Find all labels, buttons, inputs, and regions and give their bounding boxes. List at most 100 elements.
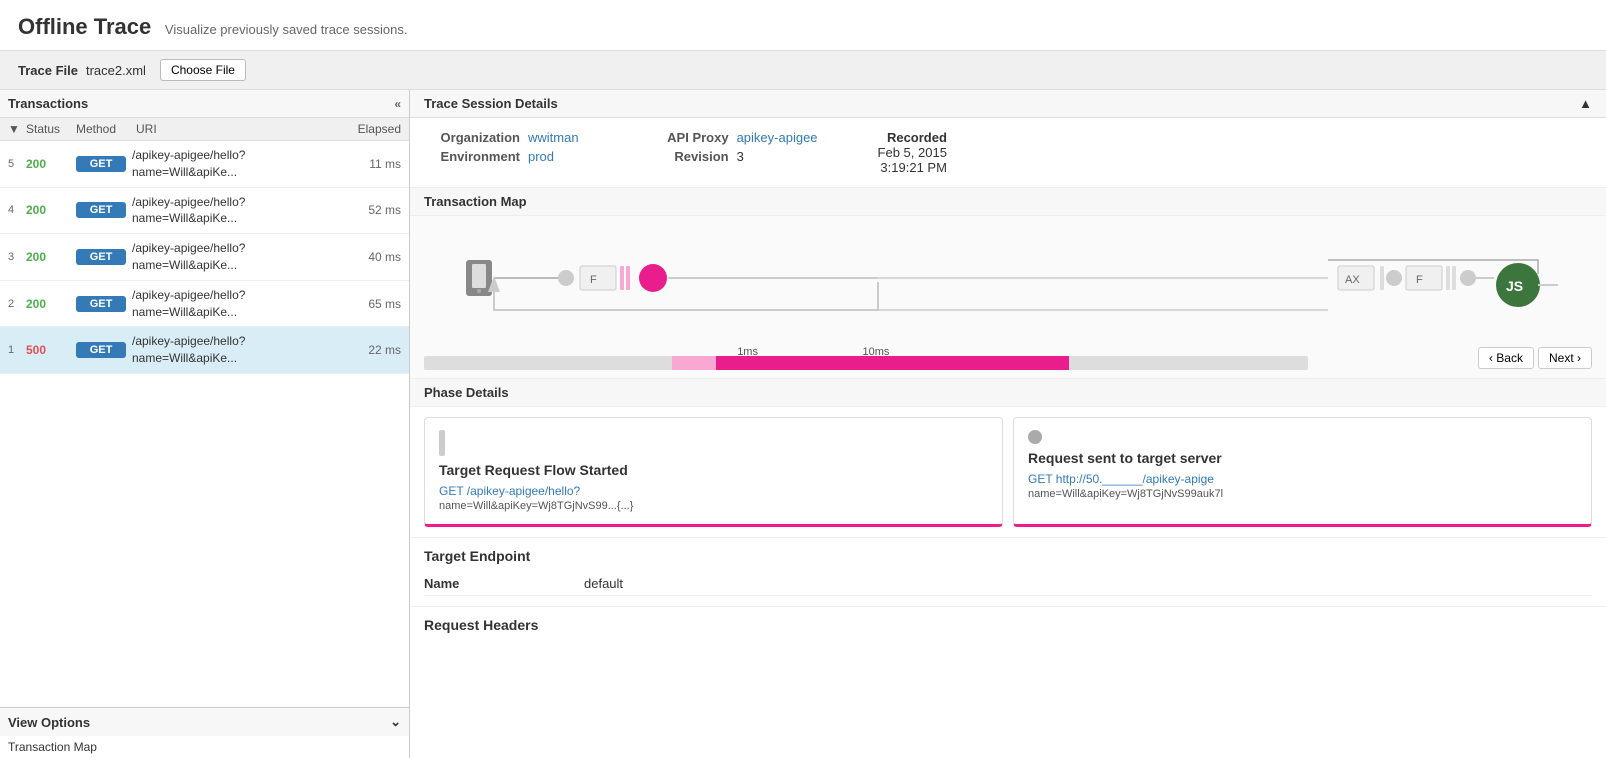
- row-uri: /apikey-apigee/hello? name=Will&apiKe...: [132, 194, 341, 228]
- view-options: View Options ⌄: [0, 707, 409, 736]
- transaction-list: 5 200 GET /apikey-apigee/hello? name=Wil…: [0, 141, 409, 707]
- proxy-label: API Proxy: [639, 130, 729, 145]
- row-num: 3: [8, 251, 26, 263]
- transaction-map-section: Transaction Map F: [410, 188, 1606, 379]
- page-header: Offline Trace Visualize previously saved…: [0, 0, 1606, 51]
- target-endpoint: Target Endpoint Name default: [410, 538, 1606, 607]
- trace-session-header: Trace Session Details ▲: [410, 90, 1606, 118]
- status-column-header: Status: [26, 122, 76, 136]
- proxy-revision-group: API Proxy apikey-apigee Revision 3: [639, 130, 818, 175]
- transaction-map-option: Transaction Map: [0, 736, 409, 758]
- env-label: Environment: [430, 149, 520, 164]
- back-button[interactable]: ‹ Back: [1478, 347, 1534, 369]
- request-headers-title: Request Headers: [424, 617, 1592, 633]
- row-elapsed: 11 ms: [341, 157, 401, 171]
- transaction-row[interactable]: 1 500 GET /apikey-apigee/hello? name=Wil…: [0, 327, 409, 374]
- transaction-map-header: Transaction Map: [410, 188, 1606, 216]
- phase-icon-bar-2: [1028, 430, 1577, 444]
- row-status: 200: [26, 297, 76, 311]
- env-value: prod: [528, 149, 554, 164]
- revision-row: Revision 3: [639, 149, 818, 164]
- trace-session-title: Trace Session Details: [424, 96, 558, 111]
- row-status: 200: [26, 203, 76, 217]
- transactions-title: Transactions: [8, 96, 88, 111]
- row-status: 200: [26, 250, 76, 264]
- transactions-header: Transactions «: [0, 90, 409, 118]
- phase-card-title-2: Request sent to target server: [1028, 450, 1577, 466]
- revision-value: 3: [737, 149, 744, 164]
- transaction-row[interactable]: 3 200 GET /apikey-apigee/hello? name=Wil…: [0, 234, 409, 281]
- row-status: 500: [26, 343, 76, 357]
- choose-file-button[interactable]: Choose File: [160, 59, 246, 81]
- main-layout: Transactions « ▼ Status Method URI Elaps…: [0, 90, 1606, 758]
- transaction-row[interactable]: 5 200 GET /apikey-apigee/hello? name=Wil…: [0, 141, 409, 188]
- row-num: 1: [8, 344, 26, 356]
- timeline-nav-buttons: ‹ Back Next ›: [1478, 347, 1592, 369]
- pipe-icon-1: [439, 430, 445, 456]
- proxy-value: apikey-apigee: [737, 130, 818, 145]
- org-row: Organization wwitman: [430, 130, 579, 145]
- phase-dot-2: [1028, 430, 1042, 444]
- timeline-segment-pink: [716, 356, 1070, 370]
- target-endpoint-title: Target Endpoint: [424, 548, 1592, 564]
- recorded-block: Recorded Feb 5, 2015 3:19:21 PM: [878, 130, 947, 175]
- row-method: GET: [76, 296, 126, 312]
- row-method: GET: [76, 342, 126, 358]
- target-endpoint-name-value: default: [584, 576, 623, 591]
- collapse-transactions-button[interactable]: «: [394, 97, 401, 111]
- row-num: 2: [8, 298, 26, 310]
- phase-card-url-1: GET /apikey-apigee/hello?: [439, 484, 988, 498]
- timeline-bar-bg: [424, 356, 1308, 370]
- trace-file-label: Trace File: [18, 63, 78, 78]
- svg-text:AX: AX: [1345, 274, 1360, 286]
- row-elapsed: 65 ms: [341, 297, 401, 311]
- phase-card-full-url-2: name=Will&apiKey=Wj8TGjNvS99auk7l: [1028, 488, 1577, 500]
- right-panel: Trace Session Details ▲ Organization wwi…: [410, 90, 1606, 758]
- org-value: wwitman: [528, 130, 579, 145]
- target-endpoint-name-row: Name default: [424, 572, 1592, 596]
- proxy-row: API Proxy apikey-apigee: [639, 130, 818, 145]
- collapse-session-icon[interactable]: ▲: [1579, 96, 1592, 111]
- page-subtitle: Visualize previously saved trace session…: [165, 22, 408, 37]
- row-status: 200: [26, 157, 76, 171]
- phase-card-2: Request sent to target server GET http:/…: [1013, 417, 1592, 527]
- transaction-row[interactable]: 2 200 GET /apikey-apigee/hello? name=Wil…: [0, 281, 409, 328]
- row-method: GET: [76, 202, 126, 218]
- transaction-row[interactable]: 4 200 GET /apikey-apigee/hello? name=Wil…: [0, 188, 409, 235]
- view-options-collapse-icon[interactable]: ⌄: [390, 714, 401, 730]
- flow-node-1: [558, 270, 574, 286]
- row-elapsed: 52 ms: [341, 203, 401, 217]
- request-headers: Request Headers: [410, 607, 1606, 643]
- recorded-time: 3:19:21 PM: [878, 160, 947, 175]
- row-uri: /apikey-apigee/hello? name=Will&apiKe...: [132, 147, 341, 181]
- trace-file-name: trace2.xml: [86, 63, 146, 78]
- row-elapsed: 22 ms: [341, 343, 401, 357]
- page-title: Offline Trace: [18, 14, 151, 39]
- next-button[interactable]: Next ›: [1538, 347, 1592, 369]
- view-options-label: View Options: [8, 715, 90, 730]
- row-method: GET: [76, 156, 126, 172]
- flow-diagram: F: [410, 216, 1606, 346]
- row-elapsed: 40 ms: [341, 250, 401, 264]
- row-uri: /apikey-apigee/hello? name=Will&apiKe...: [132, 287, 341, 321]
- phase-card-full-url-1: name=Will&apiKey=Wj8TGjNvS99...{...}: [439, 500, 988, 512]
- org-env-group: Organization wwitman Environment prod: [430, 130, 579, 175]
- row-method: GET: [76, 249, 126, 265]
- env-row: Environment prod: [430, 149, 579, 164]
- session-details: Organization wwitman Environment prod AP…: [410, 118, 1606, 188]
- phase-card-url-2: GET http://50.______/apikey-apige: [1028, 472, 1577, 486]
- phase-icon-bar-1: [439, 430, 988, 456]
- flow-node-active: [639, 264, 667, 292]
- target-endpoint-name-label: Name: [424, 576, 584, 591]
- flow-node-right-1: [1386, 270, 1402, 286]
- svg-text:JS: JS: [1506, 278, 1523, 294]
- left-panel: Transactions « ▼ Status Method URI Elaps…: [0, 90, 410, 758]
- timeline-container: 1ms 10ms: [424, 346, 1468, 370]
- phase-details-header: Phase Details: [410, 379, 1606, 407]
- flow-node-right-2: [1460, 270, 1476, 286]
- trace-file-bar: Trace File trace2.xml Choose File: [0, 51, 1606, 90]
- phase-card-title-1: Target Request Flow Started: [439, 462, 988, 478]
- phase-card-1: Target Request Flow Started GET /apikey-…: [424, 417, 1003, 527]
- sort-icon[interactable]: ▼: [8, 122, 26, 136]
- timeline-row: 1ms 10ms ‹ Back Next ›: [410, 346, 1606, 378]
